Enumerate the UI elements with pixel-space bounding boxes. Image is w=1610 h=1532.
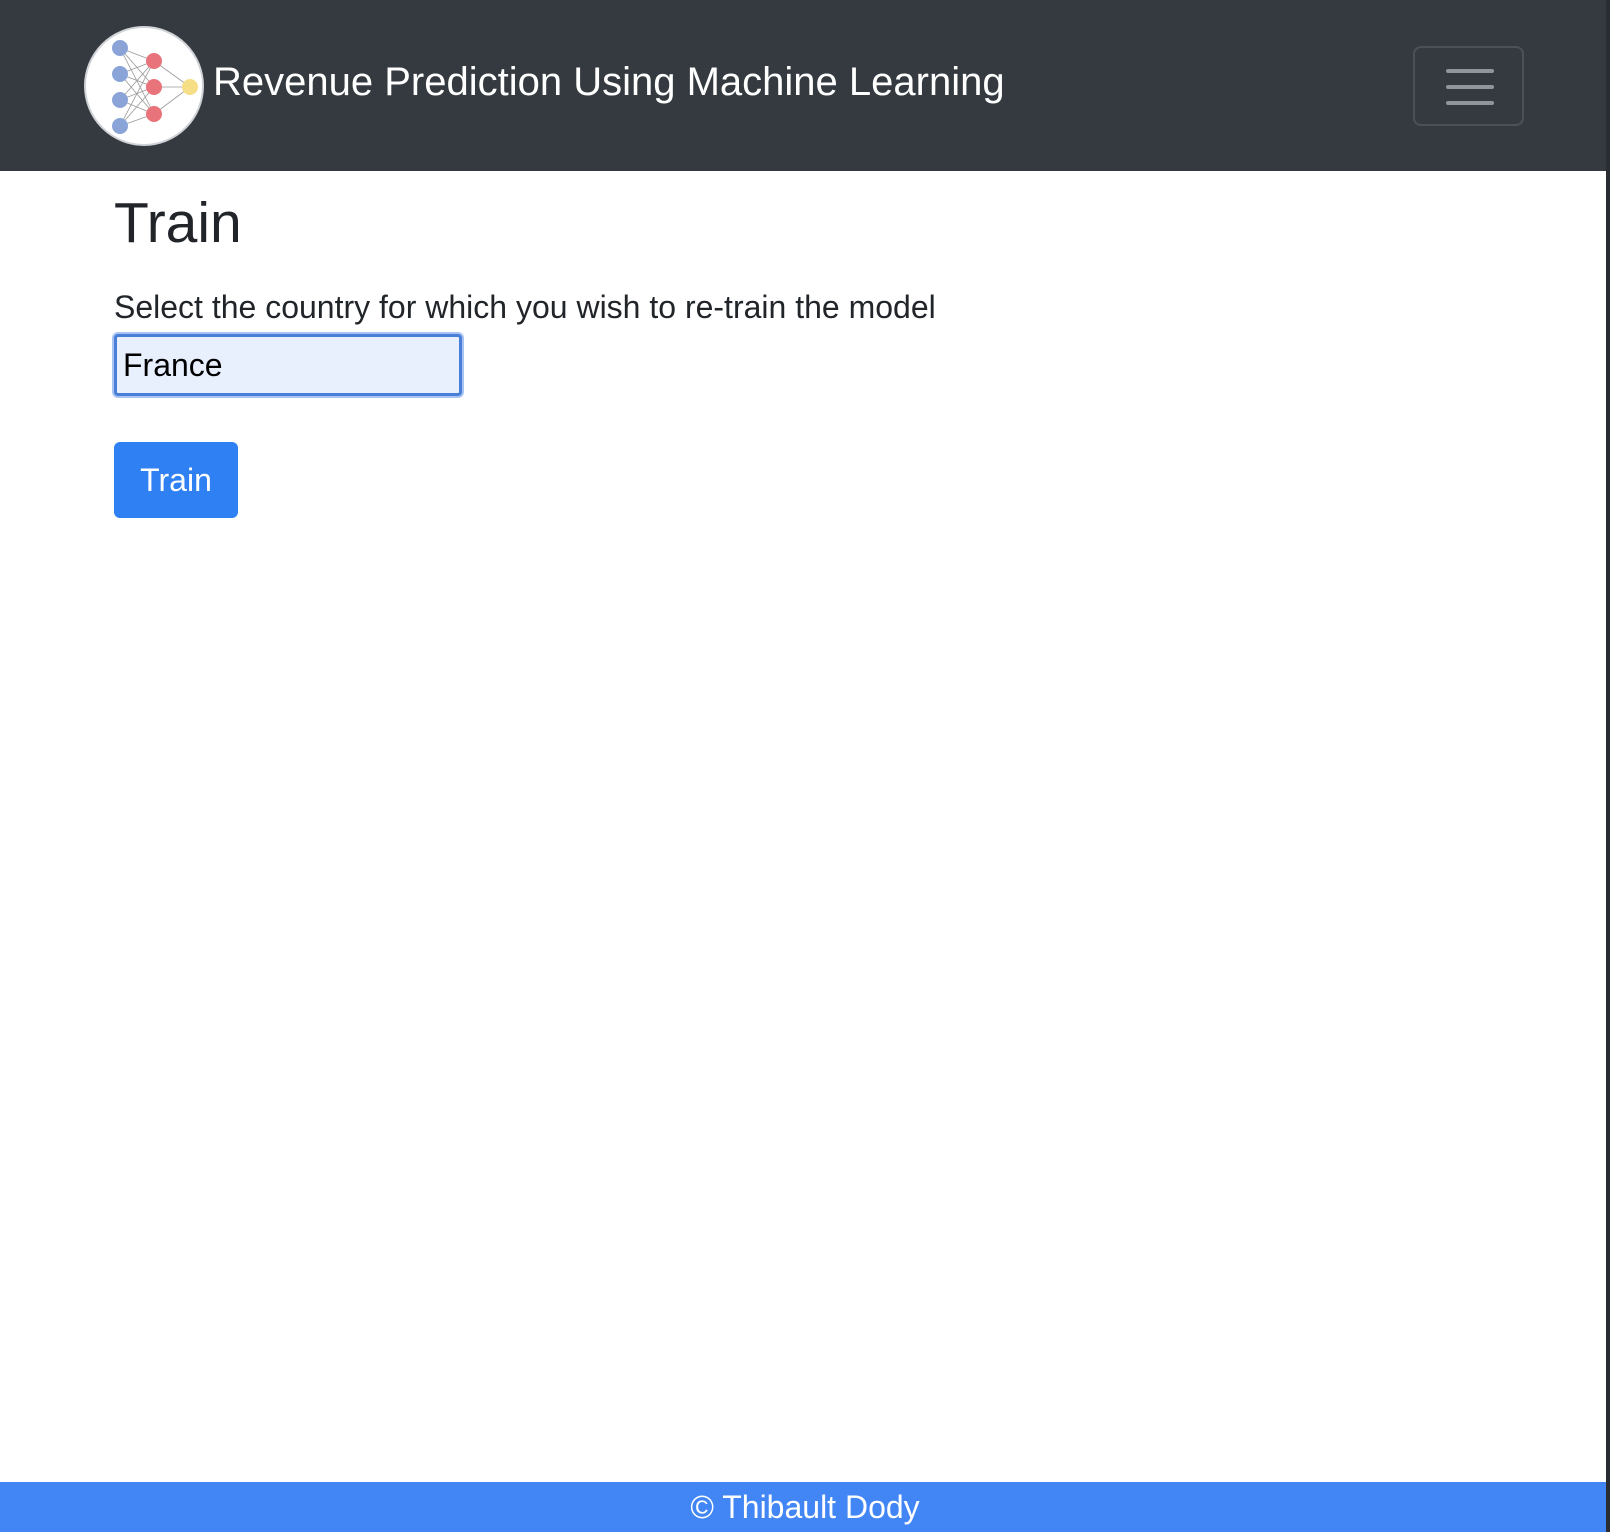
neural-network-logo-icon[interactable] xyxy=(84,26,204,146)
train-button[interactable]: Train xyxy=(114,442,238,518)
footer-copyright: © Thibault Dody xyxy=(690,1489,920,1525)
country-select-label: Select the country for which you wish to… xyxy=(114,289,936,325)
hamburger-menu-button[interactable] xyxy=(1413,46,1524,126)
hamburger-menu-icon xyxy=(1446,101,1494,105)
country-select[interactable]: France xyxy=(114,334,462,396)
footer: © Thibault Dody xyxy=(0,1482,1610,1532)
hamburger-menu-icon xyxy=(1446,85,1494,89)
page-title: Train xyxy=(114,191,242,255)
window-edge xyxy=(1606,0,1610,1532)
hamburger-menu-icon xyxy=(1446,69,1494,73)
brand-title[interactable]: Revenue Prediction Using Machine Learnin… xyxy=(213,58,1005,106)
neural-network-icon xyxy=(112,40,198,134)
navbar: Revenue Prediction Using Machine Learnin… xyxy=(0,0,1610,171)
